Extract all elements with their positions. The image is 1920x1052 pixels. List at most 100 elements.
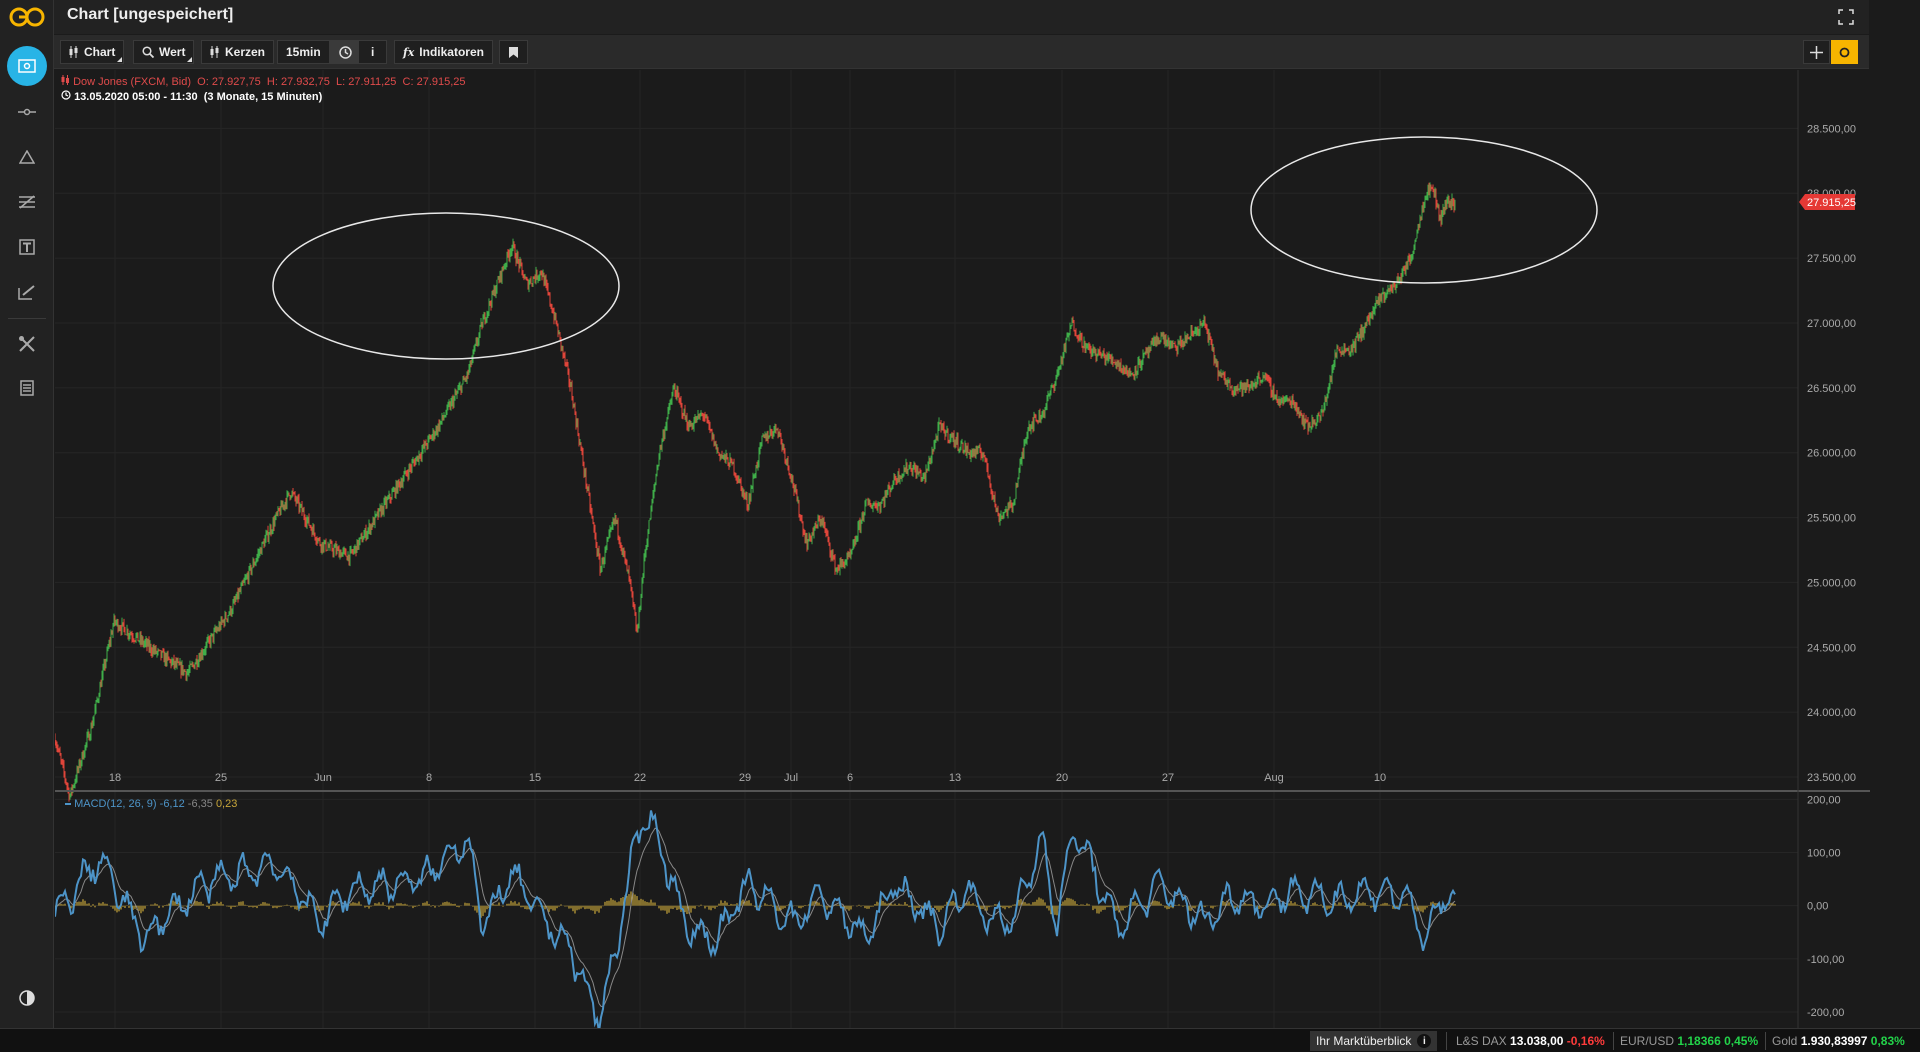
crosshair-button[interactable]: [1803, 40, 1830, 64]
kerzen-button[interactable]: Kerzen: [201, 40, 274, 64]
sidebar-fibonacci-button[interactable]: [7, 182, 47, 222]
price-tick-label: 24.500,00: [1807, 642, 1856, 654]
time-tick-label: 13: [949, 772, 961, 784]
price-tick-label: 26.500,00: [1807, 383, 1856, 395]
close-value: 27.915,25: [417, 76, 466, 88]
theme-sun-button[interactable]: [1831, 40, 1858, 64]
info-icon: i: [1417, 1034, 1431, 1048]
chart-icon: [18, 59, 36, 73]
time-tick-label: 25: [215, 772, 227, 784]
price-chart[interactable]: 28.500,0028.000,0027.500,0027.000,0026.5…: [55, 70, 1870, 1028]
time-tick-label: 29: [739, 772, 751, 784]
ticker-eurusd[interactable]: EUR/USD 1,18366 0,45%: [1620, 1034, 1758, 1048]
ticker-dax[interactable]: L&S DAX 13.038,00 -0,16%: [1456, 1034, 1605, 1048]
candle-icon: [210, 46, 220, 58]
ticker-change: -0,16%: [1567, 1034, 1605, 1048]
wert-label: Wert: [159, 45, 185, 59]
macd-tick-label: 0,00: [1807, 901, 1828, 913]
price-legend: Dow Jones (FXCM, Bid) O: 27.927,75 H: 27…: [61, 75, 466, 88]
candle-icon: [69, 46, 79, 58]
sidebar-tools-button[interactable]: [7, 324, 47, 364]
chart-toolbar: Chart Wert Kerzen 15min i fx Indikatoren: [54, 35, 1869, 69]
interval-label: 15min: [286, 45, 321, 59]
ticker-name: Gold: [1772, 1034, 1797, 1048]
sidebar-text-button[interactable]: [7, 227, 47, 267]
low-label: L:: [336, 76, 345, 88]
info-button[interactable]: i: [358, 40, 387, 64]
sidebar-pencil-button[interactable]: [7, 272, 47, 312]
price-tick-label: 25.500,00: [1807, 513, 1856, 525]
pencil-icon: [18, 284, 36, 300]
ticker-separator: [1765, 1032, 1766, 1050]
market-overview-button[interactable]: Ihr Marktüberblick i: [1310, 1031, 1437, 1051]
price-tick-label: 27.000,00: [1807, 318, 1856, 330]
time-tick-label: 27: [1162, 772, 1174, 784]
chart-type-button[interactable]: Chart: [60, 40, 124, 64]
sidebar-horizontal-line-button[interactable]: [7, 92, 47, 132]
current-price-badge: 27.915,25: [1799, 194, 1856, 210]
chart-type-label: Chart: [84, 45, 115, 59]
status-bar: Ihr Marktüberblick i L&S DAX 13.038,00 -…: [0, 1028, 1920, 1052]
price-tick-label: 28.500,00: [1807, 123, 1856, 135]
histogram-value: 0,23: [216, 798, 237, 810]
ticker-gold[interactable]: Gold 1.930,83997 0,83%: [1772, 1034, 1905, 1048]
fullscreen-icon[interactable]: [1837, 8, 1855, 26]
indicators-label: Indikatoren: [419, 45, 484, 59]
time-tick-label: 20: [1056, 772, 1068, 784]
ticker-separator: [1446, 1032, 1447, 1050]
sidebar-triangle-button[interactable]: [7, 137, 47, 177]
crosshair-icon: [1810, 46, 1823, 59]
wert-button[interactable]: Wert: [133, 40, 194, 64]
range-legend: 13.05.2020 05:00 - 11:30 (3 Monate, 15 M…: [61, 90, 322, 103]
ticker-name: L&S DAX: [1456, 1034, 1507, 1048]
sidebar-theme-toggle[interactable]: [7, 978, 47, 1018]
ticker-name: EUR/USD: [1620, 1034, 1674, 1048]
ticker-value: 13.038,00: [1510, 1034, 1563, 1048]
clock-button[interactable]: [330, 40, 361, 64]
chart-area[interactable]: 28.500,0028.000,0027.500,0027.000,0026.5…: [55, 70, 1870, 1028]
ticker-change: 0,83%: [1871, 1034, 1905, 1048]
macd-name: MACD(12, 26, 9): [74, 798, 157, 810]
macd-legend: MACD(12, 26, 9) -6,12 -6,35 0,23: [65, 798, 237, 810]
text-icon: [19, 239, 35, 255]
time-tick-label: Jun: [314, 772, 332, 784]
macd-tick-label: 100,00: [1807, 848, 1841, 860]
sidebar-layers-button[interactable]: [7, 368, 47, 408]
range-dates: 13.05.2020 05:00 - 11:30: [74, 91, 198, 103]
logo-icon: [8, 6, 46, 28]
info-label: i: [371, 45, 374, 59]
high-value: 27.932,75: [281, 76, 330, 88]
horizontal-line-icon: [18, 107, 36, 117]
macd-tick-label: -200,00: [1807, 1007, 1844, 1019]
fibonacci-icon: [18, 194, 36, 210]
price-tick-label: 25.000,00: [1807, 577, 1856, 589]
title-bar: Chart [ungespeichert]: [54, 0, 1869, 34]
sidebar-chart-button[interactable]: [7, 46, 47, 86]
time-tick-label: 18: [109, 772, 121, 784]
time-tick-label: 22: [634, 772, 646, 784]
indicators-button[interactable]: fx Indikatoren: [394, 40, 493, 64]
interval-button[interactable]: 15min: [277, 40, 330, 64]
time-tick-label: 8: [426, 772, 432, 784]
fx-icon: fx: [403, 46, 414, 59]
search-icon: [142, 46, 154, 58]
sun-icon: [1838, 46, 1851, 59]
time-tick-label: 15: [529, 772, 541, 784]
price-tick-label: 23.500,00: [1807, 772, 1856, 784]
bookmark-button[interactable]: [499, 40, 528, 64]
price-tick-label: 24.000,00: [1807, 707, 1856, 719]
close-label: C:: [403, 76, 414, 88]
window-title: Chart [ungespeichert]: [67, 6, 233, 24]
clock-icon: [339, 46, 352, 59]
current-price-label: 27.915,25: [1807, 197, 1856, 209]
time-tick-label: Aug: [1264, 772, 1284, 784]
layers-icon: [20, 380, 34, 396]
theme-contrast-icon: [19, 990, 35, 1006]
macd-tick-label: 200,00: [1807, 794, 1841, 806]
candle-icon: [61, 75, 70, 85]
time-tick-label: 6: [847, 772, 853, 784]
signal-value: -6,35: [188, 798, 213, 810]
macd-value: -6,12: [160, 798, 185, 810]
range-detail: (3 Monate, 15 Minuten): [204, 91, 323, 103]
ticker-change: 0,45%: [1724, 1034, 1758, 1048]
